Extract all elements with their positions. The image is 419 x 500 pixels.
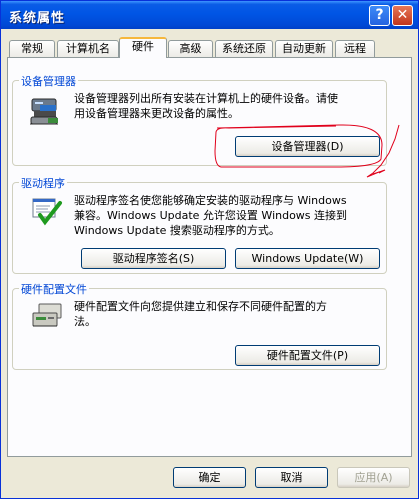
tab-computer-name[interactable]: 计算机名: [57, 40, 119, 57]
hardware-profiles-description-1: 硬件配置文件向您提供建立和保存不同硬件配置的方: [74, 300, 327, 313]
device-manager-description-2: 用设备管理器来更改设备的属性。: [74, 107, 239, 120]
title-bar[interactable]: 系统属性 ? ✕: [1, 1, 418, 29]
tab-remote[interactable]: 远程: [335, 40, 375, 57]
help-button[interactable]: ?: [369, 5, 390, 26]
device-manager-button[interactable]: 设备管理器(D): [235, 136, 380, 157]
tab-hardware[interactable]: 硬件: [119, 37, 167, 58]
drivers-group-title: 驱动程序: [19, 175, 67, 191]
ok-button[interactable]: 确定: [173, 467, 246, 488]
drivers-description-2: 兼容。Windows Update 允许您设置 Windows 连接到: [74, 209, 348, 222]
hardware-profiles-description-2: 法。: [74, 315, 96, 328]
hardware-tab-panel: 设备管理器 设备管理器列出所有安装在计算机上的硬件设备。请使 用设备管理器来更改…: [7, 57, 412, 457]
drivers-description-1: 驱动程序签名使您能够确定安装的驱动程序与 Windows: [74, 194, 347, 207]
tab-system-restore[interactable]: 系统还原: [215, 40, 273, 57]
device-manager-description-1: 设备管理器列出所有安装在计算机上的硬件设备。请使: [74, 92, 338, 105]
driver-signing-button[interactable]: 驱动程序签名(S): [81, 248, 226, 269]
hardware-profiles-icon: [32, 303, 62, 327]
close-icon: ✕: [396, 7, 409, 23]
drivers-description-3: Windows Update 搜索驱动程序的方式。: [74, 224, 280, 237]
windows-update-button[interactable]: Windows Update(W): [235, 248, 380, 269]
device-manager-group: 设备管理器 设备管理器列出所有安装在计算机上的硬件设备。请使 用设备管理器来更改…: [12, 73, 387, 166]
tab-advanced[interactable]: 高级: [168, 40, 213, 57]
drivers-group: 驱动程序 驱动程序签名使您能够确定安装的驱动程序与 Windows 兼容。Win…: [12, 175, 387, 274]
tab-strip: 常规 计算机名 硬件 高级 系统还原 自动更新 远程: [7, 37, 412, 58]
hardware-profiles-group: 硬件配置文件 硬件配置文件向您提供建立和保存不同硬件配置的方 法。 硬件配置文件…: [12, 281, 387, 370]
driver-signing-icon: [32, 198, 62, 226]
apply-button[interactable]: 应用(A): [337, 467, 410, 488]
tab-automatic-updates[interactable]: 自动更新: [275, 40, 333, 57]
cancel-button[interactable]: 取消: [255, 467, 328, 488]
hardware-profiles-button[interactable]: 硬件配置文件(P): [235, 345, 380, 366]
tab-general[interactable]: 常规: [9, 40, 55, 57]
window-title: 系统属性: [9, 11, 66, 26]
system-properties-window: 系统属性 ? ✕ 常规 计算机名 硬件 高级 系统还原 自动更新 远程 设备管理…: [0, 0, 419, 499]
device-manager-icon: [30, 98, 58, 125]
device-manager-group-title: 设备管理器: [19, 73, 78, 89]
hardware-profiles-group-title: 硬件配置文件: [19, 281, 89, 297]
help-icon: ?: [375, 7, 384, 23]
close-button[interactable]: ✕: [392, 5, 413, 26]
